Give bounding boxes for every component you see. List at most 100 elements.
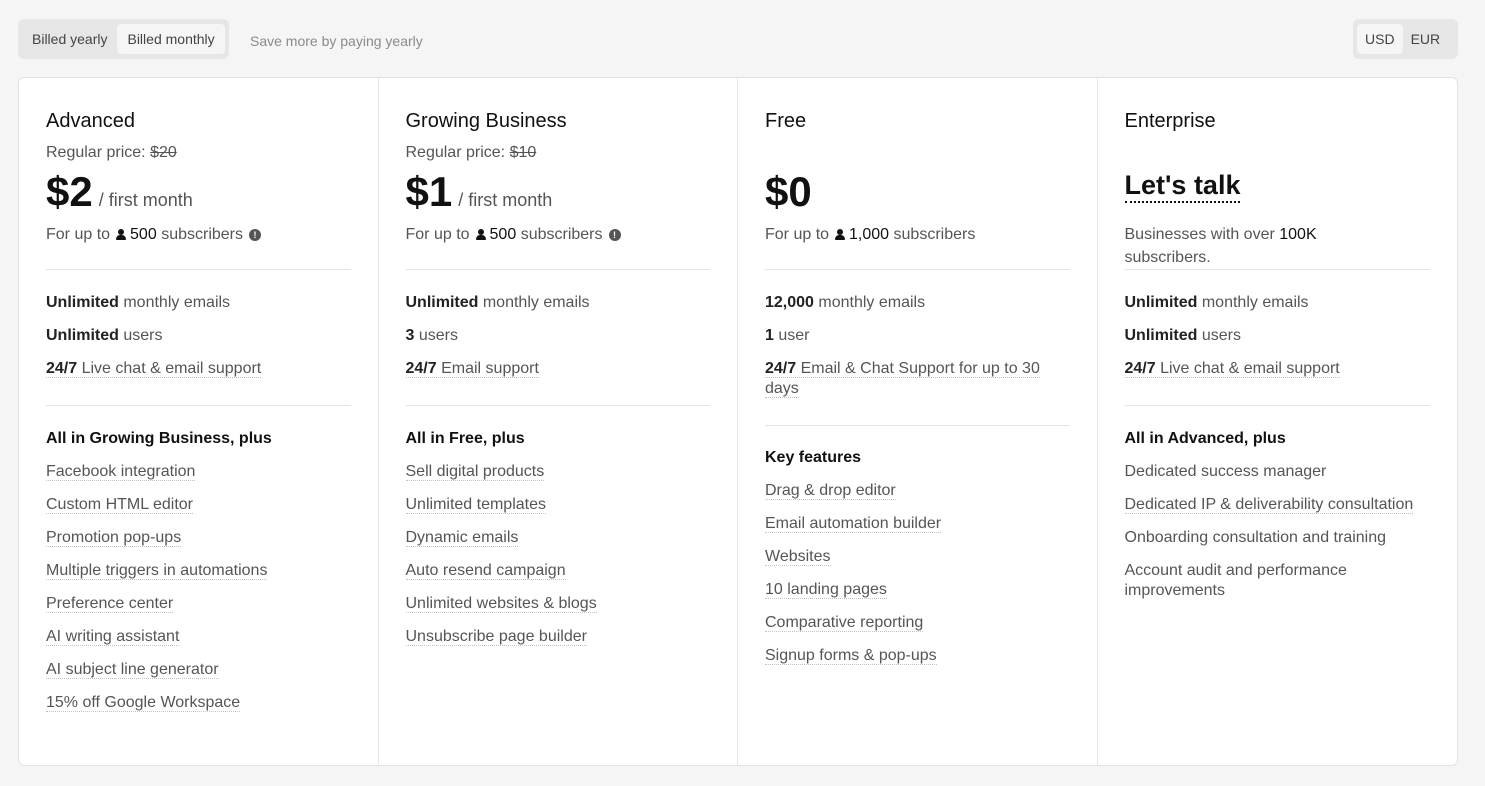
feature-item[interactable]: AI subject line generator	[46, 660, 351, 680]
subscriber-limit: For up to 1,000 subscribers	[765, 223, 1070, 269]
plan-price: $0	[765, 168, 812, 215]
feature-item[interactable]: Custom HTML editor	[46, 495, 351, 515]
feature-label: Dedicated success manager	[1124, 463, 1327, 480]
feature-item[interactable]: Sell digital products	[405, 462, 711, 482]
limit-label: monthly emails	[482, 294, 590, 311]
feature-label: Facebook integration	[46, 463, 196, 481]
regular-price-label: Regular price:	[405, 144, 506, 161]
feature-item[interactable]: Comparative reporting	[765, 613, 1070, 633]
feature-item: Dedicated success manager	[1125, 462, 1431, 482]
person-icon	[116, 229, 127, 240]
limit-label: users	[1201, 327, 1241, 344]
limit-users: 1 user	[765, 326, 1070, 346]
feature-label: Account audit and performance improvemen…	[1124, 562, 1347, 599]
limit-label: monthly emails	[123, 294, 231, 311]
feature-item[interactable]: AI writing assistant	[46, 627, 351, 647]
sub-suffix: subscribers	[893, 226, 976, 243]
limit-label: users	[123, 327, 163, 344]
feature-item[interactable]: Unlimited websites & blogs	[405, 594, 711, 614]
info-icon[interactable]: !	[608, 229, 621, 241]
price-row: $1/ first month	[406, 169, 711, 215]
limit-label: Email & Chat Support for up to 30 days	[765, 360, 1040, 397]
plan-limits: Unlimited monthly emails 3 users 24/7 Em…	[405, 270, 711, 405]
feature-item[interactable]: Drag & drop editor	[765, 481, 1070, 501]
feature-item[interactable]: Preference center	[46, 594, 351, 614]
plan-card-growing-business: Growing Business Regular price: $10 $1/ …	[379, 78, 738, 765]
limit-value: Unlimited	[405, 294, 479, 311]
limit-value: Unlimited	[1124, 327, 1198, 344]
feature-label: Sell digital products	[405, 463, 545, 481]
limit-value: Unlimited	[1124, 294, 1198, 311]
limit-value: Unlimited	[46, 327, 119, 344]
feature-item[interactable]: Dynamic emails	[405, 528, 711, 548]
subscriber-limit: For up to 500 subscribers!	[46, 223, 351, 269]
feature-item: Onboarding consultation and training	[1125, 528, 1431, 548]
limit-support[interactable]: 24/7 Live chat & email support	[1124, 359, 1431, 379]
usd-button[interactable]: USD	[1357, 24, 1403, 54]
plan-name: Advanced	[46, 110, 135, 132]
limit-emails: Unlimited monthly emails	[1125, 293, 1431, 313]
enterprise-description: Businesses with over 100K subscribers.	[1125, 223, 1431, 269]
feature-item[interactable]: Unlimited templates	[405, 495, 711, 515]
info-icon[interactable]: !	[249, 229, 261, 241]
feature-item[interactable]: 10 landing pages	[765, 580, 1070, 600]
feature-item[interactable]: Promotion pop-ups	[46, 528, 351, 548]
feature-item[interactable]: Signup forms & pop-ups	[765, 646, 1070, 666]
features-heading: All in Growing Business, plus	[46, 430, 272, 447]
billed-monthly-button[interactable]: Billed monthly	[117, 24, 225, 54]
price-period: / first month	[98, 190, 193, 210]
feature-item[interactable]: 15% off Google Workspace	[46, 693, 351, 713]
regular-price: Regular price: $10	[406, 143, 711, 163]
limit-support[interactable]: 24/7 Email & Chat Support for up to 30 d…	[765, 359, 1070, 399]
billed-yearly-button[interactable]: Billed yearly	[22, 24, 117, 54]
regular-price-value: $20	[150, 144, 177, 161]
feature-item[interactable]: Multiple triggers in automations	[46, 561, 351, 581]
feature-item: Account audit and performance improvemen…	[1125, 561, 1431, 601]
feature-label: 15% off Google Workspace	[46, 694, 241, 712]
feature-item[interactable]: Websites	[765, 547, 1070, 567]
feature-label: AI writing assistant	[46, 628, 180, 646]
lets-talk-link[interactable]: Let's talk	[1124, 169, 1241, 203]
feature-label: Unsubscribe page builder	[405, 628, 587, 646]
sub-suffix: subscribers	[161, 226, 243, 243]
desc-suffix: subscribers.	[1124, 249, 1211, 266]
feature-list: Key features Drag & drop editor Email au…	[765, 426, 1070, 666]
price-row: $2/ first month	[46, 169, 351, 215]
sub-count: 500	[489, 226, 517, 243]
limit-value: 24/7	[46, 360, 78, 377]
regular-price-spacer	[1125, 143, 1431, 163]
feature-item[interactable]: Unsubscribe page builder	[405, 627, 711, 647]
person-icon	[475, 229, 486, 240]
features-heading: All in Advanced, plus	[1124, 430, 1286, 447]
feature-item[interactable]: Auto resend campaign	[405, 561, 711, 581]
pricing-cards: Advanced Regular price: $20 $2/ first mo…	[18, 77, 1458, 766]
limit-emails: Unlimited monthly emails	[406, 293, 711, 313]
limit-label: monthly emails	[818, 294, 926, 311]
plan-limits: Unlimited monthly emails Unlimited users…	[1124, 270, 1431, 405]
subscriber-limit: For up to 500 subscribers!	[406, 223, 711, 269]
limit-users: 3 users	[406, 326, 711, 346]
plan-name: Free	[765, 110, 807, 132]
feature-label: Auto resend campaign	[405, 562, 566, 580]
feature-label: Promotion pop-ups	[46, 529, 182, 547]
feature-item[interactable]: Dedicated IP & deliverability consultati…	[1124, 495, 1431, 515]
limit-label: monthly emails	[1201, 294, 1309, 311]
currency-toggle: USD EUR	[1353, 19, 1458, 59]
limit-support[interactable]: 24/7 Live chat & email support	[46, 359, 351, 379]
limit-value: 24/7	[405, 360, 437, 377]
feature-label: Comparative reporting	[765, 614, 924, 632]
eur-button[interactable]: EUR	[1403, 24, 1449, 54]
limit-users: Unlimited users	[1125, 326, 1431, 346]
features-heading: Key features	[765, 449, 862, 466]
regular-price-label: Regular price:	[46, 144, 146, 161]
feature-label: Onboarding consultation and training	[1124, 529, 1387, 546]
feature-label: AI subject line generator	[46, 661, 219, 679]
plan-price: $1	[405, 168, 453, 215]
limit-support[interactable]: 24/7 Email support	[405, 359, 711, 379]
limit-label: users	[418, 327, 458, 344]
regular-price-spacer	[765, 143, 1070, 163]
desc-prefix: Businesses with over	[1124, 226, 1275, 243]
feature-item[interactable]: Facebook integration	[46, 462, 351, 482]
feature-label: Dynamic emails	[405, 529, 519, 547]
feature-item[interactable]: Email automation builder	[765, 514, 1070, 534]
